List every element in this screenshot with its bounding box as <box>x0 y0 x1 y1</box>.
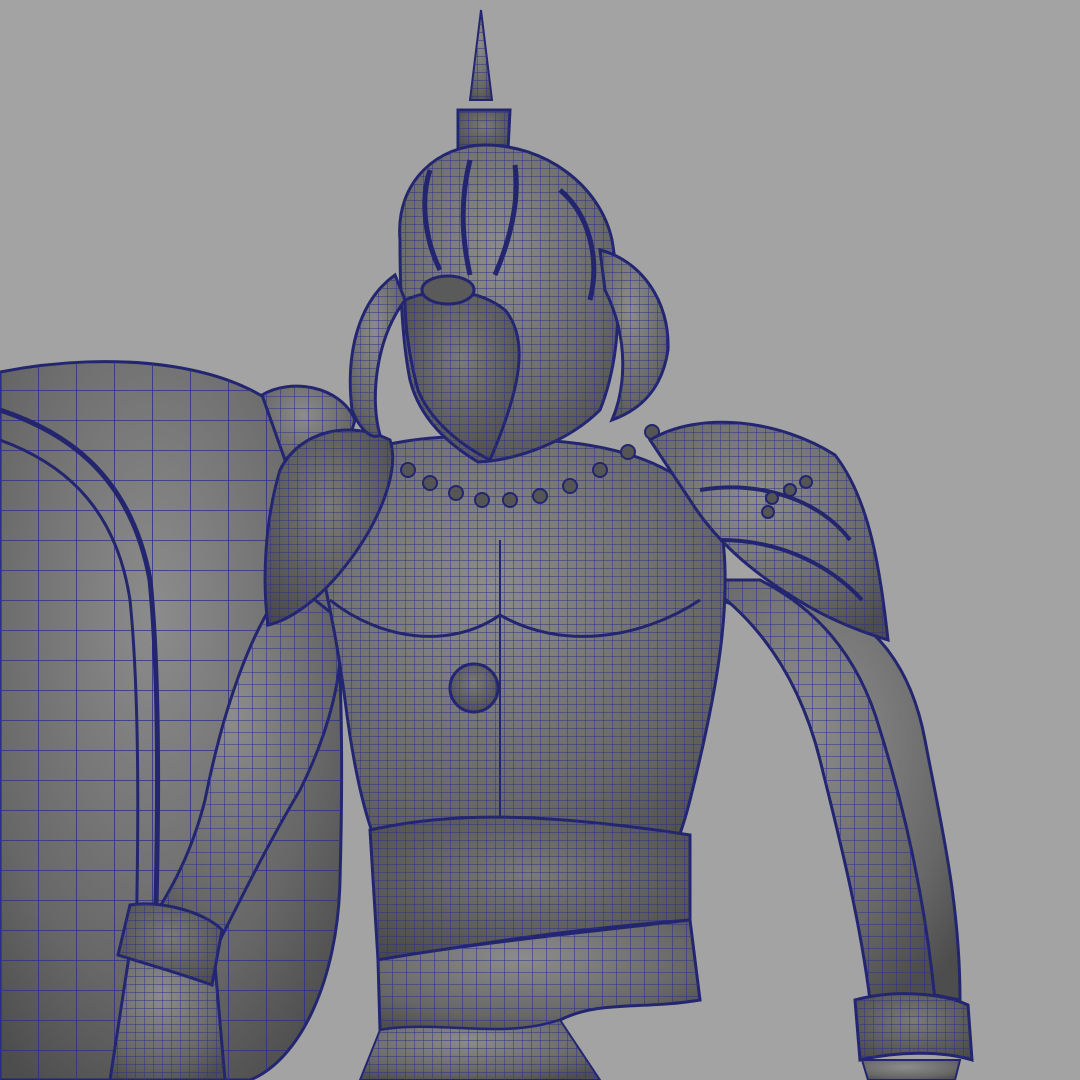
viewport-3d[interactable] <box>0 0 1080 1080</box>
right-arm-mesh[interactable] <box>695 578 962 1002</box>
helmet-mesh[interactable] <box>348 9 670 464</box>
scene-canvas[interactable] <box>0 0 1080 1080</box>
right-bracer-mesh[interactable] <box>853 992 974 1080</box>
belt-mesh[interactable] <box>358 815 702 1080</box>
